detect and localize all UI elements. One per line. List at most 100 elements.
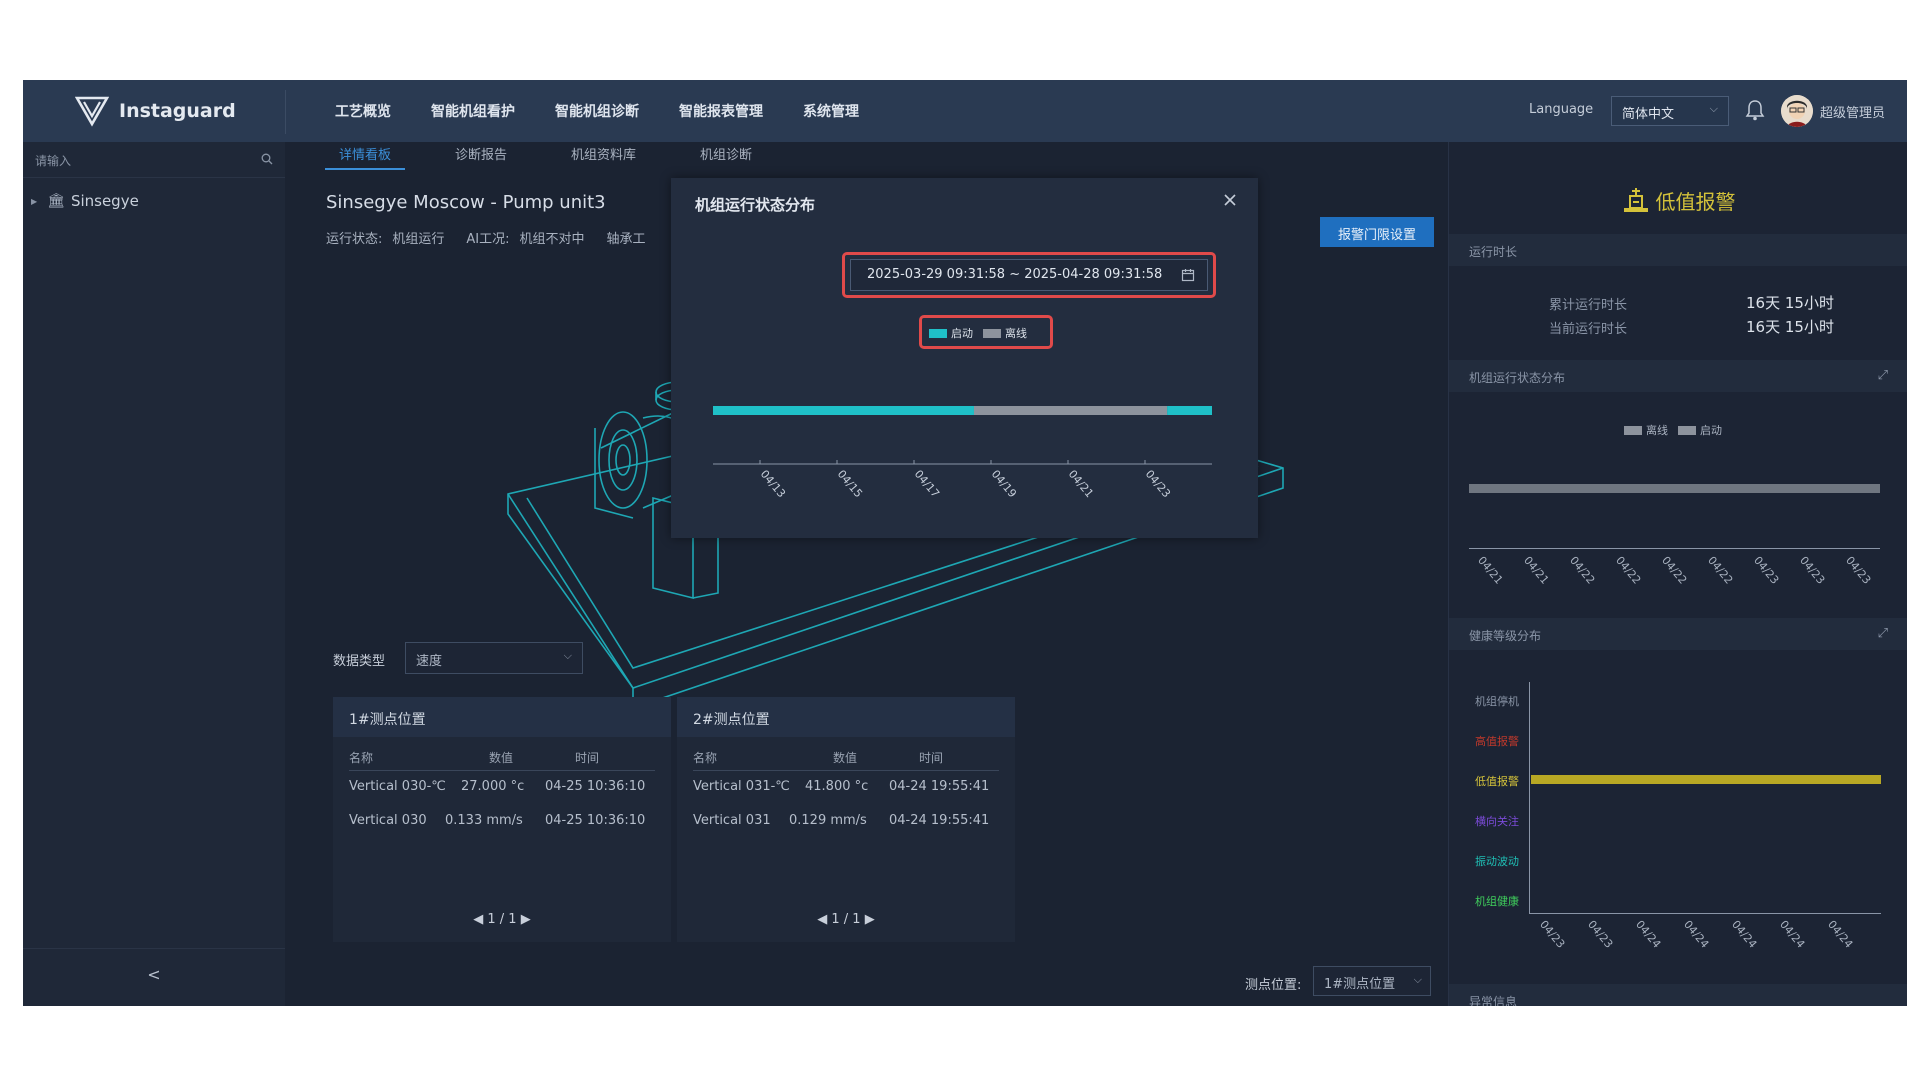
alarm-level-icon [1623, 188, 1648, 212]
timeline-segment-start[interactable] [1167, 406, 1212, 415]
x-tick-label: 04/15 [835, 468, 865, 501]
calendar-icon[interactable] [1181, 268, 1195, 282]
status-tick-label: 04/22 [1705, 554, 1736, 587]
caret-right-icon[interactable]: ▶ [31, 197, 37, 206]
health-x-axis [1529, 913, 1881, 914]
cell-time: 04-24 19:55:41 [889, 813, 990, 828]
tree-node-sinsegye[interactable]: ▶ 🏛 Sinsegye [31, 192, 139, 210]
tab-unit-library[interactable]: 机组资料库 [557, 142, 650, 170]
status-tick-label: 04/21 [1475, 554, 1506, 587]
health-level-label: 机组健康 [1475, 895, 1519, 908]
tab-detail-board[interactable]: 详情看板 [325, 142, 406, 170]
tab-unit-diagnosis[interactable]: 机组诊断 [686, 142, 766, 170]
col-time: 时间 [575, 751, 600, 765]
status-tick-label: 04/22 [1613, 554, 1644, 587]
runtime-label: 当前运行时长 [1549, 322, 1628, 337]
nav-unit-care[interactable]: 智能机组看护 [431, 101, 515, 121]
sidebar-collapse-button[interactable]: < [23, 948, 285, 1006]
legend-swatch [1678, 425, 1696, 435]
nav-report-management[interactable]: 智能报表管理 [679, 101, 763, 121]
health-level-label: 低值报警 [1475, 775, 1519, 788]
health-y-axis [1529, 682, 1530, 914]
cell-name: Vertical 030 [349, 813, 427, 828]
table-row[interactable]: Vertical 030 0.133 mm/s 04-25 10:36:10 [349, 805, 655, 839]
avatar[interactable] [1781, 95, 1813, 127]
chevron-down-icon: ⌵ [1709, 102, 1718, 115]
health-tick-label: 04/24 [1777, 918, 1808, 951]
language-label: Language [1529, 102, 1594, 117]
nav-unit-diagnosis[interactable]: 智能机组诊断 [555, 101, 639, 121]
runtime-value: 16天 15小时 [1746, 318, 1834, 336]
status-value: 机组运行 [392, 232, 445, 247]
expand-icon[interactable]: ⤢ [1878, 626, 1888, 641]
search-icon[interactable] [261, 153, 273, 165]
status-legend: 离线 启动 [1624, 422, 1722, 438]
timeline-segment-offline[interactable] [973, 406, 1168, 415]
status-section-header: 机组运行状态分布 ⤢ [1449, 360, 1907, 392]
data-type-select[interactable]: 速度 ⌵ [405, 642, 583, 674]
sub-tabs: 详情看板 诊断报告 机组资料库 机组诊断 [325, 142, 802, 178]
right-panel: 低值报警 运行时长 累计运行时长 16天 15小时 当前运行时长 16天 15小… [1448, 142, 1907, 1006]
legend-swatch [1624, 425, 1642, 435]
chevron-down-icon: ⌵ [1413, 973, 1422, 986]
measure-point-card-1: 1#测点位置 名称 数值 时间 Vertical 030-℃ 27.000 °c… [333, 697, 671, 942]
measure-table: 名称 数值 时间 Vertical 031-℃ 41.800 °c 04-24 … [693, 743, 999, 839]
app-logo[interactable]: Instaguard [75, 94, 236, 128]
nav-process-overview[interactable]: 工艺概览 [335, 101, 391, 121]
pagination[interactable]: ◀ 1 / 1 ▶ [333, 912, 671, 927]
col-value: 数值 [833, 751, 858, 765]
alarm-threshold-settings-button[interactable]: 报警门限设置 [1320, 217, 1434, 247]
user-name[interactable]: 超级管理员 [1820, 102, 1885, 121]
col-time: 时间 [919, 751, 944, 765]
legend-label[interactable]: 离线 [1646, 422, 1668, 438]
date-range-picker[interactable]: 2025-03-29 09:31:58 ~ 2025-04-28 09:31:5… [850, 259, 1208, 291]
table-row[interactable]: Vertical 031-℃ 41.800 °c 04-24 19:55:41 [693, 771, 999, 805]
table-header: 名称 数值 时间 [349, 743, 655, 771]
divider [285, 90, 286, 134]
alarm-title: 低值报警 [1655, 190, 1736, 214]
low-alarm-bar [1531, 775, 1881, 784]
health-level-label: 高值报警 [1475, 735, 1519, 748]
building-icon: 🏛 [47, 193, 65, 209]
measure-position-select[interactable]: 1#测点位置 ⌵ [1313, 966, 1431, 996]
x-tick-label: 04/13 [758, 468, 788, 501]
search-placeholder: 请输入 [35, 154, 72, 168]
language-select[interactable]: 简体中文 ⌵ [1611, 96, 1729, 126]
pagination[interactable]: ◀ 1 / 1 ▶ [677, 912, 1015, 927]
legend-label[interactable]: 启动 [1700, 422, 1722, 438]
data-type-value: 速度 [416, 654, 443, 669]
section-title: 健康等级分布 [1469, 629, 1542, 643]
avatar-icon [1781, 95, 1813, 127]
cell-value: 27.000 °c [461, 779, 525, 794]
measure-position-label: 测点位置: [1245, 978, 1302, 993]
cell-time: 04-25 10:36:10 [545, 779, 646, 794]
section-title: 运行时长 [1469, 245, 1518, 259]
sidebar-search-input[interactable]: 请输入 [23, 142, 285, 178]
cell-name: Vertical 031 [693, 813, 771, 828]
legend-item-start[interactable]: 启动 [929, 325, 973, 341]
language-value: 简体中文 [1622, 107, 1675, 122]
section-title: 异常信息 [1469, 995, 1518, 1006]
status-bar [1469, 484, 1880, 493]
section-title: 机组运行状态分布 [1469, 371, 1566, 385]
nav-system-management[interactable]: 系统管理 [803, 101, 859, 121]
x-tick-label: 04/19 [989, 468, 1019, 501]
close-icon[interactable] [1222, 192, 1238, 208]
health-tick-label: 04/24 [1681, 918, 1712, 951]
timeline-segment-start[interactable] [713, 406, 974, 415]
legend-item-offline[interactable]: 离线 [983, 325, 1027, 341]
cell-time: 04-25 10:36:10 [545, 813, 646, 828]
data-type-label: 数据类型 [333, 654, 386, 669]
x-tick-label: 04/21 [1066, 468, 1096, 501]
status-tick-label: 04/22 [1567, 554, 1598, 587]
tab-diagnosis-report[interactable]: 诊断报告 [441, 142, 521, 170]
legend-label: 启动 [951, 327, 973, 340]
expand-icon[interactable]: ⤢ [1878, 368, 1888, 383]
cell-value: 0.133 mm/s [445, 813, 523, 828]
table-row[interactable]: Vertical 031 0.129 mm/s 04-24 19:55:41 [693, 805, 999, 839]
chevron-down-icon: ⌵ [563, 649, 572, 662]
bell-icon[interactable] [1745, 98, 1765, 122]
table-row[interactable]: Vertical 030-℃ 27.000 °c 04-25 10:36:10 [349, 771, 655, 805]
health-tick-label: 04/24 [1729, 918, 1760, 951]
health-level-label: 振动波动 [1475, 855, 1519, 868]
